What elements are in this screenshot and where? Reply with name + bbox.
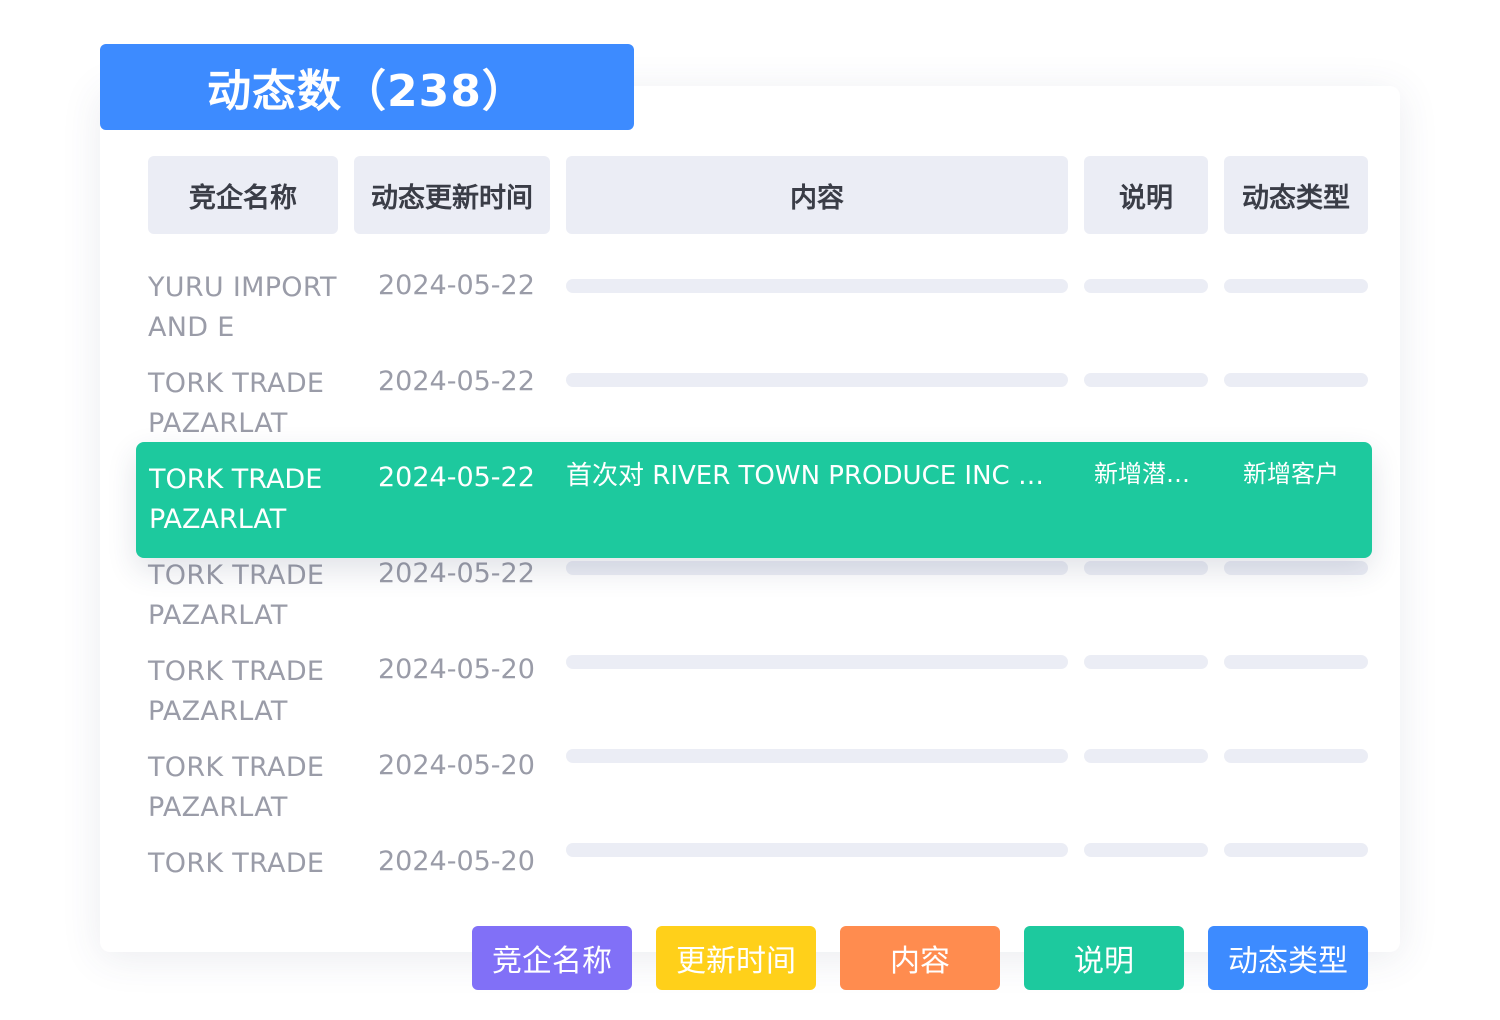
date-cell: 2024-05-22 bbox=[378, 366, 535, 397]
date-cell: 2024-05-20 bbox=[378, 750, 535, 781]
type-placeholder-bar bbox=[1224, 655, 1368, 669]
highlighted-note-cell: 新增潜… bbox=[1094, 460, 1190, 488]
company-name-cell: TORK TRADE PAZARLAT bbox=[148, 752, 325, 823]
col-header-type[interactable]: 动态类型 bbox=[1224, 156, 1368, 234]
type-placeholder-bar bbox=[1224, 561, 1368, 575]
col-header-company[interactable]: 竞企名称 bbox=[148, 156, 338, 234]
highlighted-company-cell: TORK TRADE PAZARLAT bbox=[149, 464, 323, 535]
legend-company[interactable]: 竞企名称 bbox=[472, 926, 632, 990]
legend-type[interactable]: 动态类型 bbox=[1208, 926, 1368, 990]
company-name-cell: TORK TRADE PAZARLAT bbox=[148, 656, 325, 727]
type-placeholder-bar bbox=[1224, 373, 1368, 387]
note-placeholder-bar bbox=[1084, 279, 1208, 293]
company-name-cell: TORK TRADE PAZARLAT bbox=[148, 368, 325, 439]
legend-update-time[interactable]: 更新时间 bbox=[656, 926, 816, 990]
col-header-note[interactable]: 说明 bbox=[1084, 156, 1208, 234]
type-placeholder-bar bbox=[1224, 843, 1368, 857]
date-cell: 2024-05-22 bbox=[378, 270, 535, 301]
content-placeholder-bar bbox=[566, 561, 1068, 575]
highlighted-date-cell: 2024-05-22 bbox=[378, 462, 535, 493]
legend-note[interactable]: 说明 bbox=[1024, 926, 1184, 990]
company-name-cell: TORK TRADE bbox=[148, 848, 325, 879]
content-placeholder-bar bbox=[566, 373, 1068, 387]
date-cell: 2024-05-20 bbox=[378, 846, 535, 877]
highlighted-type-cell: 新增客户 bbox=[1243, 460, 1339, 488]
note-placeholder-bar bbox=[1084, 373, 1208, 387]
note-placeholder-bar bbox=[1084, 843, 1208, 857]
type-placeholder-bar bbox=[1224, 279, 1368, 293]
content-placeholder-bar bbox=[566, 749, 1068, 763]
content-placeholder-bar bbox=[566, 843, 1068, 857]
dynamics-count-title: 动态数（238） bbox=[100, 44, 634, 130]
type-placeholder-bar bbox=[1224, 749, 1368, 763]
date-cell: 2024-05-22 bbox=[378, 558, 535, 589]
date-cell: 2024-05-20 bbox=[378, 654, 535, 685]
col-header-update-time[interactable]: 动态更新时间 bbox=[354, 156, 550, 234]
legend-content[interactable]: 内容 bbox=[840, 926, 1000, 990]
content-placeholder-bar bbox=[566, 655, 1068, 669]
company-name-cell: YURU IMPORT AND E bbox=[148, 272, 337, 343]
note-placeholder-bar bbox=[1084, 561, 1208, 575]
note-placeholder-bar bbox=[1084, 749, 1208, 763]
company-name-cell: TORK TRADE PAZARLAT bbox=[148, 560, 325, 631]
note-placeholder-bar bbox=[1084, 655, 1208, 669]
highlighted-content-cell: 首次对 RIVER TOWN PRODUCE INC 供… bbox=[566, 461, 1066, 491]
content-placeholder-bar bbox=[566, 279, 1068, 293]
col-header-content[interactable]: 内容 bbox=[566, 156, 1068, 234]
